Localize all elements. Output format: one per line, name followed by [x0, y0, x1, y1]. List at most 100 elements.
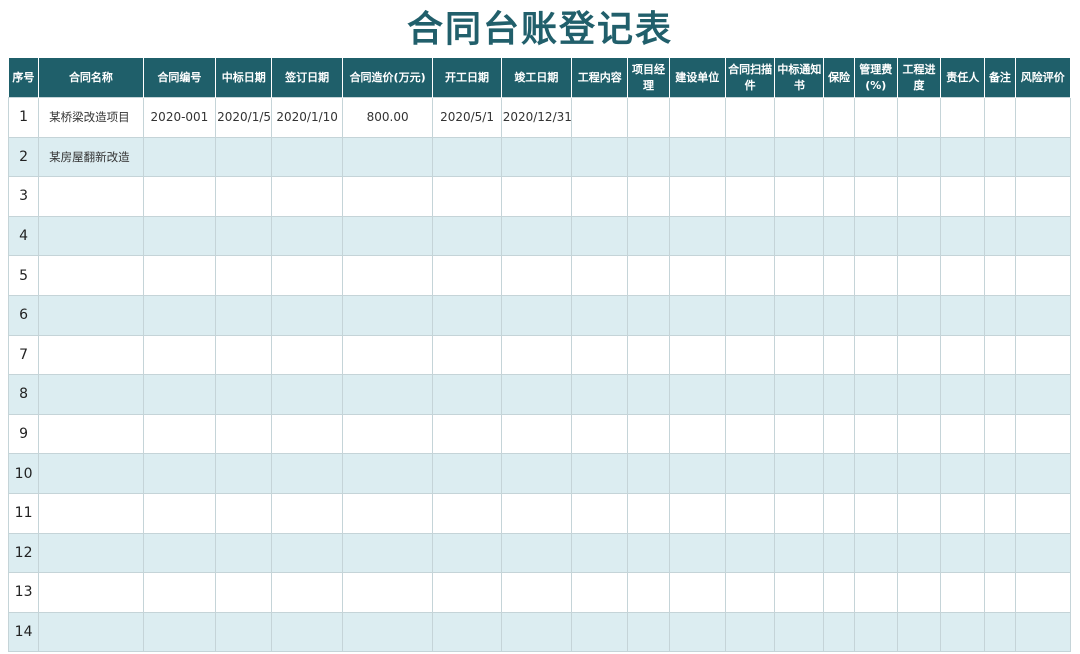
table-cell[interactable] [271, 572, 343, 613]
table-cell[interactable] [896, 532, 942, 574]
column-header[interactable]: 管理费(%) [854, 58, 898, 98]
table-cell[interactable] [215, 572, 273, 613]
table-cell[interactable] [500, 453, 573, 494]
table-cell[interactable] [500, 611, 573, 653]
column-header[interactable]: 开工日期 [432, 58, 502, 98]
table-cell[interactable] [432, 413, 502, 455]
table-cell[interactable] [984, 176, 1016, 217]
table-cell[interactable] [896, 215, 942, 257]
table-cell[interactable] [38, 255, 144, 296]
table-cell[interactable] [896, 334, 942, 376]
table-cell[interactable] [627, 176, 670, 217]
table-cell[interactable] [668, 136, 726, 178]
table-cell[interactable] [38, 176, 144, 217]
column-header[interactable]: 建设单位 [669, 58, 726, 98]
table-cell[interactable] [823, 413, 855, 455]
table-cell[interactable] [571, 374, 629, 415]
column-header[interactable]: 合同名称 [38, 58, 144, 98]
table-cell[interactable] [627, 97, 670, 138]
table-cell[interactable] [774, 453, 825, 494]
table-cell[interactable] [571, 532, 629, 574]
table-cell[interactable] [984, 611, 1016, 653]
table-cell[interactable] [38, 294, 144, 336]
table-cell[interactable] [823, 136, 855, 178]
table-cell[interactable] [896, 294, 942, 336]
column-header[interactable]: 合同编号 [143, 58, 217, 98]
table-cell[interactable] [571, 294, 629, 336]
table-cell[interactable] [668, 572, 726, 613]
table-cell[interactable] [853, 294, 898, 336]
table-cell[interactable] [142, 611, 217, 653]
table-cell[interactable] [668, 453, 726, 494]
table-cell[interactable] [984, 374, 1016, 415]
table-cell[interactable] [627, 215, 670, 257]
column-header[interactable]: 竣工日期 [501, 58, 573, 98]
table-cell[interactable] [500, 255, 573, 296]
table-cell[interactable] [627, 492, 670, 534]
table-cell[interactable] [571, 215, 629, 257]
table-cell[interactable] [271, 374, 343, 415]
table-cell[interactable] [142, 215, 217, 257]
table-cell[interactable] [823, 294, 855, 336]
table-cell[interactable] [853, 374, 898, 415]
table-cell[interactable] [271, 255, 343, 296]
table-cell[interactable] [341, 136, 434, 178]
table-cell[interactable] [724, 294, 776, 336]
table-cell[interactable] [500, 176, 573, 217]
table-cell[interactable] [940, 255, 986, 296]
table-cell[interactable] [500, 294, 573, 336]
table-cell[interactable] [571, 492, 629, 534]
column-header[interactable]: 保险 [823, 58, 855, 98]
table-cell[interactable] [38, 215, 144, 257]
table-cell[interactable] [271, 611, 343, 653]
table-cell[interactable] [627, 413, 670, 455]
table-cell[interactable] [853, 97, 898, 138]
table-cell[interactable] [984, 572, 1016, 613]
table-cell[interactable] [215, 532, 273, 574]
table-cell[interactable] [432, 215, 502, 257]
table-cell[interactable]: 13 [7, 572, 40, 613]
table-cell[interactable] [1014, 136, 1072, 178]
table-cell[interactable] [853, 413, 898, 455]
table-cell[interactable] [271, 215, 343, 257]
table-cell[interactable] [774, 215, 825, 257]
table-cell[interactable] [724, 215, 776, 257]
table-cell[interactable] [724, 97, 776, 138]
table-cell[interactable] [940, 97, 986, 138]
table-cell[interactable] [853, 215, 898, 257]
table-cell[interactable] [215, 294, 273, 336]
table-cell[interactable] [774, 492, 825, 534]
column-header[interactable]: 风险评价 [1015, 58, 1072, 98]
table-cell[interactable] [38, 532, 144, 574]
table-cell[interactable] [1014, 294, 1072, 336]
table-cell[interactable] [500, 215, 573, 257]
table-cell[interactable] [853, 176, 898, 217]
table-cell[interactable]: 2020/5/1 [432, 97, 502, 138]
table-cell[interactable] [271, 294, 343, 336]
table-cell[interactable] [940, 374, 986, 415]
table-cell[interactable] [500, 492, 573, 534]
table-cell[interactable] [896, 492, 942, 534]
table-cell[interactable] [896, 374, 942, 415]
table-cell[interactable] [271, 532, 343, 574]
table-cell[interactable] [215, 136, 273, 178]
table-cell[interactable] [896, 97, 942, 138]
table-cell[interactable] [984, 255, 1016, 296]
table-cell[interactable] [774, 294, 825, 336]
table-cell[interactable] [38, 572, 144, 613]
table-cell[interactable] [940, 215, 986, 257]
table-cell[interactable] [823, 611, 855, 653]
table-cell[interactable] [215, 611, 273, 653]
table-cell[interactable] [940, 176, 986, 217]
table-cell[interactable] [271, 492, 343, 534]
column-header[interactable]: 中标日期 [215, 58, 273, 98]
table-cell[interactable] [38, 413, 144, 455]
table-cell[interactable]: 2020-001 [142, 97, 217, 138]
table-cell[interactable]: 800.00 [341, 97, 434, 138]
table-cell[interactable] [271, 334, 343, 376]
table-cell[interactable] [215, 176, 273, 217]
table-cell[interactable] [853, 255, 898, 296]
table-cell[interactable] [896, 176, 942, 217]
column-header[interactable]: 中标通知书 [774, 58, 825, 98]
table-cell[interactable] [432, 176, 502, 217]
